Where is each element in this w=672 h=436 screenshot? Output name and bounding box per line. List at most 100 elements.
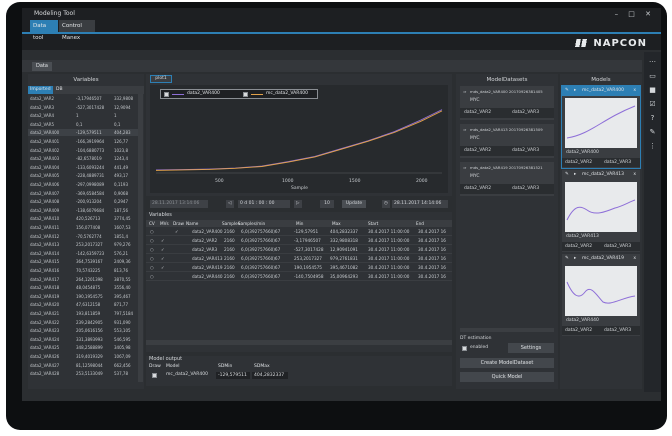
col-max[interactable]: Max bbox=[332, 220, 341, 227]
mvs-checkbox[interactable]: ✓ bbox=[161, 255, 165, 263]
settings-button[interactable]: Settings bbox=[508, 343, 554, 353]
variable-row[interactable]: data2_VAR403 -82,6578019 1243,4 bbox=[28, 155, 138, 162]
variable-row[interactable]: data2_VAR3 -527,3017428 12,9094 bbox=[28, 104, 138, 111]
edit-icon[interactable]: ✎ bbox=[648, 128, 657, 136]
mvs-checkbox[interactable]: ✓ bbox=[161, 264, 165, 272]
cv-radio[interactable]: ○ bbox=[150, 237, 154, 245]
col-start[interactable]: Start bbox=[368, 220, 378, 227]
dataset-card[interactable]: ⇒ mds_data2_VAR413 20170926381509 MYC data2… bbox=[460, 124, 554, 158]
close-icon[interactable]: x bbox=[633, 170, 636, 180]
help-icon[interactable]: ? bbox=[648, 114, 657, 122]
col-draw[interactable]: Draw bbox=[173, 220, 184, 227]
variable-row[interactable]: data2_VAR409 -138,6079684 187,56 bbox=[28, 207, 138, 214]
col-mvs[interactable]: MVs bbox=[160, 220, 169, 227]
variable-row[interactable]: data2_VAR425 348,2588899 3405,98 bbox=[28, 344, 138, 351]
variable-row[interactable]: data2_VAR419 190,1954575 395,467 bbox=[28, 293, 138, 300]
tab-imported[interactable]: Imported bbox=[28, 86, 53, 94]
table-row[interactable]: ○ ✓ data2_VAR3 2160 6,0(392757660)67 -527,301… bbox=[146, 246, 452, 254]
enabled-checkbox[interactable] bbox=[462, 346, 467, 351]
variable-row[interactable]: data2_VAR424 331,3893993 546,595 bbox=[28, 336, 138, 343]
checkbox-icon[interactable]: ☑ bbox=[648, 100, 657, 108]
variable-row[interactable]: data2_VAR405 -228,4889731 493,17 bbox=[28, 172, 138, 179]
draw-checkbox[interactable]: ✓ bbox=[175, 228, 179, 236]
play-icon[interactable]: ▸ bbox=[574, 170, 576, 180]
variable-row[interactable]: data2_VAR421 193,811859 797,5184 bbox=[28, 310, 138, 317]
create-modeldataset-button[interactable]: Create ModelDataset bbox=[460, 358, 554, 368]
col-cv[interactable]: CV bbox=[149, 220, 155, 227]
variable-row[interactable]: data2_VAR422 239,2842905 931,090 bbox=[28, 319, 138, 326]
variable-row[interactable]: data2_VAR406 -297,0998089 0,1193 bbox=[28, 181, 138, 188]
play-icon[interactable]: ▸ bbox=[574, 86, 576, 96]
variables-scrollbar[interactable] bbox=[138, 94, 143, 382]
model-card[interactable]: ✎ ▸ mc_data2_VAR413 x data2_VAR413 data2_VAR2… bbox=[562, 170, 640, 252]
model-card[interactable]: ✎ ▸ mc_data2_VAR419 x data2_VAR440 data2_VAR2… bbox=[562, 254, 640, 336]
tab-plot1[interactable]: plot1 bbox=[150, 75, 172, 83]
clock-icon[interactable]: ◷ bbox=[382, 200, 390, 208]
datasets-scrollbar[interactable] bbox=[460, 328, 554, 332]
variable-row[interactable]: data2_VAR413 253,2017327 979,276 bbox=[28, 241, 138, 248]
variable-row[interactable]: data2_VAR401 -166,3919964 126,77 bbox=[28, 138, 138, 145]
variable-row[interactable]: data2_VAR5 0,1 0,1 bbox=[28, 121, 138, 128]
variable-row[interactable]: data2_VAR415 364,7539167 2409,36 bbox=[28, 258, 138, 265]
tab-db[interactable]: DB bbox=[54, 86, 65, 94]
legend-checkbox-2[interactable] bbox=[243, 92, 248, 97]
dataset-arrow-icon[interactable]: ⇒ bbox=[463, 165, 466, 170]
variable-row[interactable]: data2_VAR417 264,1201398 3870,55 bbox=[28, 276, 138, 283]
duration-field[interactable]: 0 d 01 : 00 : 00 bbox=[238, 200, 290, 208]
variable-row[interactable]: data2_VAR410 420,526713 3774,45 bbox=[28, 215, 138, 222]
sdmax-field[interactable]: 404,2832337 bbox=[252, 372, 288, 379]
col-min[interactable]: Min bbox=[296, 220, 303, 227]
mo-draw-checkbox[interactable] bbox=[152, 373, 157, 378]
start-time-field[interactable]: 28.11.2017 13:14:06 bbox=[150, 200, 208, 208]
col-samples-min[interactable]: Samples/min bbox=[238, 220, 265, 227]
variable-row[interactable]: data2_VAR426 319,4019329 1067,09 bbox=[28, 353, 138, 360]
step-field[interactable]: 10 bbox=[320, 200, 334, 208]
table-row[interactable]: ○ ✓ data2_VAR400 2160 6,0(392757660)67 -129,5… bbox=[146, 228, 452, 236]
col-end[interactable]: End bbox=[416, 220, 424, 227]
edit-icon[interactable]: ✎ bbox=[565, 86, 569, 96]
edit-icon[interactable]: ✎ bbox=[565, 254, 569, 264]
window-controls[interactable]: – □ ✕ bbox=[615, 10, 655, 18]
table-row[interactable]: ○ ✓ data2_VAR2 2160 6,0(392757660)67 -3,17946… bbox=[146, 237, 452, 245]
edit-icon[interactable]: ✎ bbox=[565, 170, 569, 180]
variable-row[interactable]: data2_VAR416 70,5743225 813,76 bbox=[28, 267, 138, 274]
dataset-arrow-icon[interactable]: ⇒ bbox=[463, 127, 466, 132]
model-card[interactable]: ✎ ▸ mc_data2_VAR400 x data2_VAR400 data2_VAR2… bbox=[561, 85, 641, 169]
close-icon[interactable]: x bbox=[633, 254, 636, 264]
cv-radio[interactable]: ○ bbox=[150, 264, 154, 272]
play-icon[interactable]: ▸ bbox=[574, 254, 576, 264]
subtab-data[interactable]: Data bbox=[32, 62, 52, 71]
variable-row[interactable]: data2_VAR418 48,0454875 3556,40 bbox=[28, 284, 138, 291]
variable-row[interactable]: data2_VAR414 -142,6359723 576,21 bbox=[28, 250, 138, 257]
folder-icon[interactable]: ▭ bbox=[648, 72, 657, 80]
table-row[interactable]: ○ data2_VAR440 2160 6,0(392757660)67 -140,75… bbox=[146, 273, 452, 281]
step-forward-icon[interactable]: ▷ bbox=[294, 200, 302, 208]
tab-control-manex[interactable]: Control Manex bbox=[59, 20, 95, 41]
tab-data-tool[interactable]: Data tool bbox=[30, 20, 58, 41]
cv-radio[interactable]: ○ bbox=[150, 273, 154, 281]
variable-row[interactable]: data2_VAR412 -70,5762774 1851,4 bbox=[28, 233, 138, 240]
variable-row[interactable]: data2_VAR402 -104,6880773 1023,8 bbox=[28, 147, 138, 154]
cv-radio[interactable]: ○ bbox=[150, 255, 154, 263]
legend-checkbox-1[interactable] bbox=[164, 92, 169, 97]
cv-radio[interactable]: ○ bbox=[150, 228, 154, 236]
table-row[interactable]: ○ ✓ data2_VAR419 2160 6,0(392757660)67 190,19… bbox=[146, 264, 452, 272]
menu-icon[interactable]: ⋮ bbox=[648, 142, 657, 150]
dataset-card[interactable]: ⇒ mds_data2_VAR419 20170926381521 MYC data2… bbox=[460, 162, 554, 196]
cv-radio[interactable]: ○ bbox=[150, 246, 154, 254]
more-icon[interactable]: … bbox=[648, 56, 657, 64]
variable-row[interactable]: data2_VAR423 205,0616156 553,105 bbox=[28, 327, 138, 334]
sdmin-field[interactable]: -129,579511 bbox=[216, 372, 250, 379]
variable-row[interactable]: data2_VAR400 -129,579511 404,283 bbox=[28, 129, 138, 137]
variable-row[interactable]: data2_VAR2 -3,17946507 332,9808 bbox=[28, 95, 138, 102]
variable-row[interactable]: data2_VAR408 -200,913204 0,2947 bbox=[28, 198, 138, 205]
variable-row[interactable]: data2_VAR427 81,12598044 662,456 bbox=[28, 362, 138, 369]
quick-model-button[interactable]: Quick Model bbox=[460, 372, 554, 382]
end-time-field[interactable]: 28.11.2017 14:14:06 bbox=[392, 200, 448, 208]
table-hscrollbar[interactable] bbox=[146, 340, 452, 345]
variable-row[interactable]: data2_VAR404 -133,6093244 441,49 bbox=[28, 164, 138, 171]
variable-row[interactable]: data2_VAR420 47,6312158 871,77 bbox=[28, 301, 138, 308]
table-row[interactable]: ○ ✓ data2_VAR413 2160 6,0(392757660)67 253,20… bbox=[146, 255, 452, 263]
dataset-arrow-icon[interactable]: ⇒ bbox=[463, 89, 466, 94]
col-name[interactable]: Name bbox=[186, 220, 198, 227]
